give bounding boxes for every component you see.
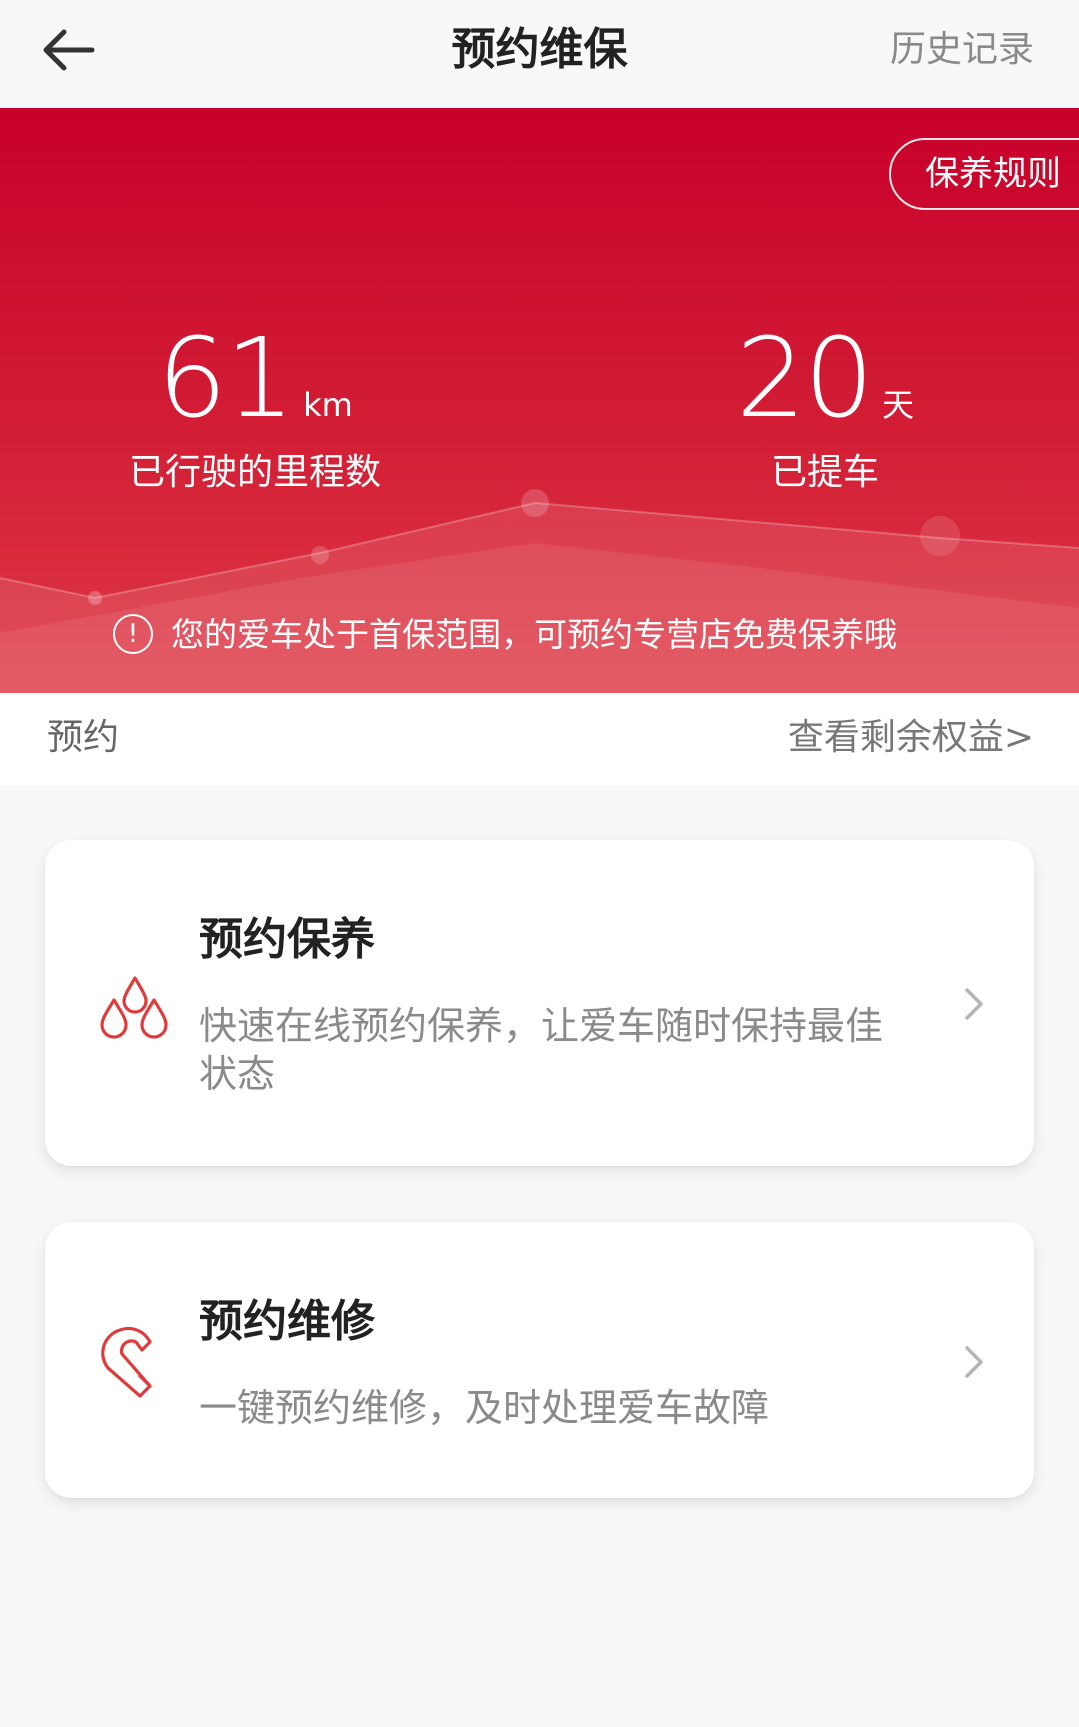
mileage-label: 已行驶的里程数 [128,452,381,493]
booking-section-header: 预约 查看剩余权益> [0,693,1079,785]
card-title: 预约维修 [199,1296,375,1347]
first-service-notice: ! 您的爱车处于首保范围，可预约专营店免费保养哦 [113,610,897,660]
vehicle-summary-banner: 保养规则 61 km 已行驶的里程数 20 天 已提车 ! 您的爱车处于首保范围，可预… [0,108,1079,693]
days-stat: 20 天 已提车 [720,318,930,498]
chevron-right-icon [965,1346,983,1378]
mileage-stat: 61 km 已行驶的里程数 [120,318,390,498]
oil-drops-icon [100,976,168,1039]
mileage-value: 61 [157,314,295,442]
days-unit: 天 [881,386,914,424]
days-label: 已提车 [770,452,879,493]
top-nav-bar: 预约维保 历史记录 [0,0,1079,108]
mileage-unit: km [303,386,353,424]
book-maintenance-card[interactable]: 预约保养 快速在线预约保养，让爱车随时保持最佳状态 [45,840,1034,1166]
section-label: 预约 [47,717,120,758]
exclamation-circle-icon: ! [113,613,153,654]
card-title: 预约保养 [199,914,375,965]
chevron-right-icon [965,988,983,1020]
wrench-icon [101,1326,152,1398]
days-value: 20 [736,314,874,442]
notice-text: 您的爱车处于首保范围，可预约专营店免费保养哦 [171,615,897,654]
history-button[interactable]: 历史记录 [890,24,1034,76]
view-benefits-link[interactable]: 查看剩余权益> [788,713,1034,763]
maintenance-rules-button[interactable]: 保养规则 [889,138,1079,210]
card-description: 快速在线预约保养，让爱车随时保持最佳状态 [199,1004,884,1096]
book-repair-card[interactable]: 预约维修 一键预约维修，及时处理爱车故障 [45,1222,1034,1498]
card-description: 一键预约维修，及时处理爱车故障 [199,1386,770,1430]
